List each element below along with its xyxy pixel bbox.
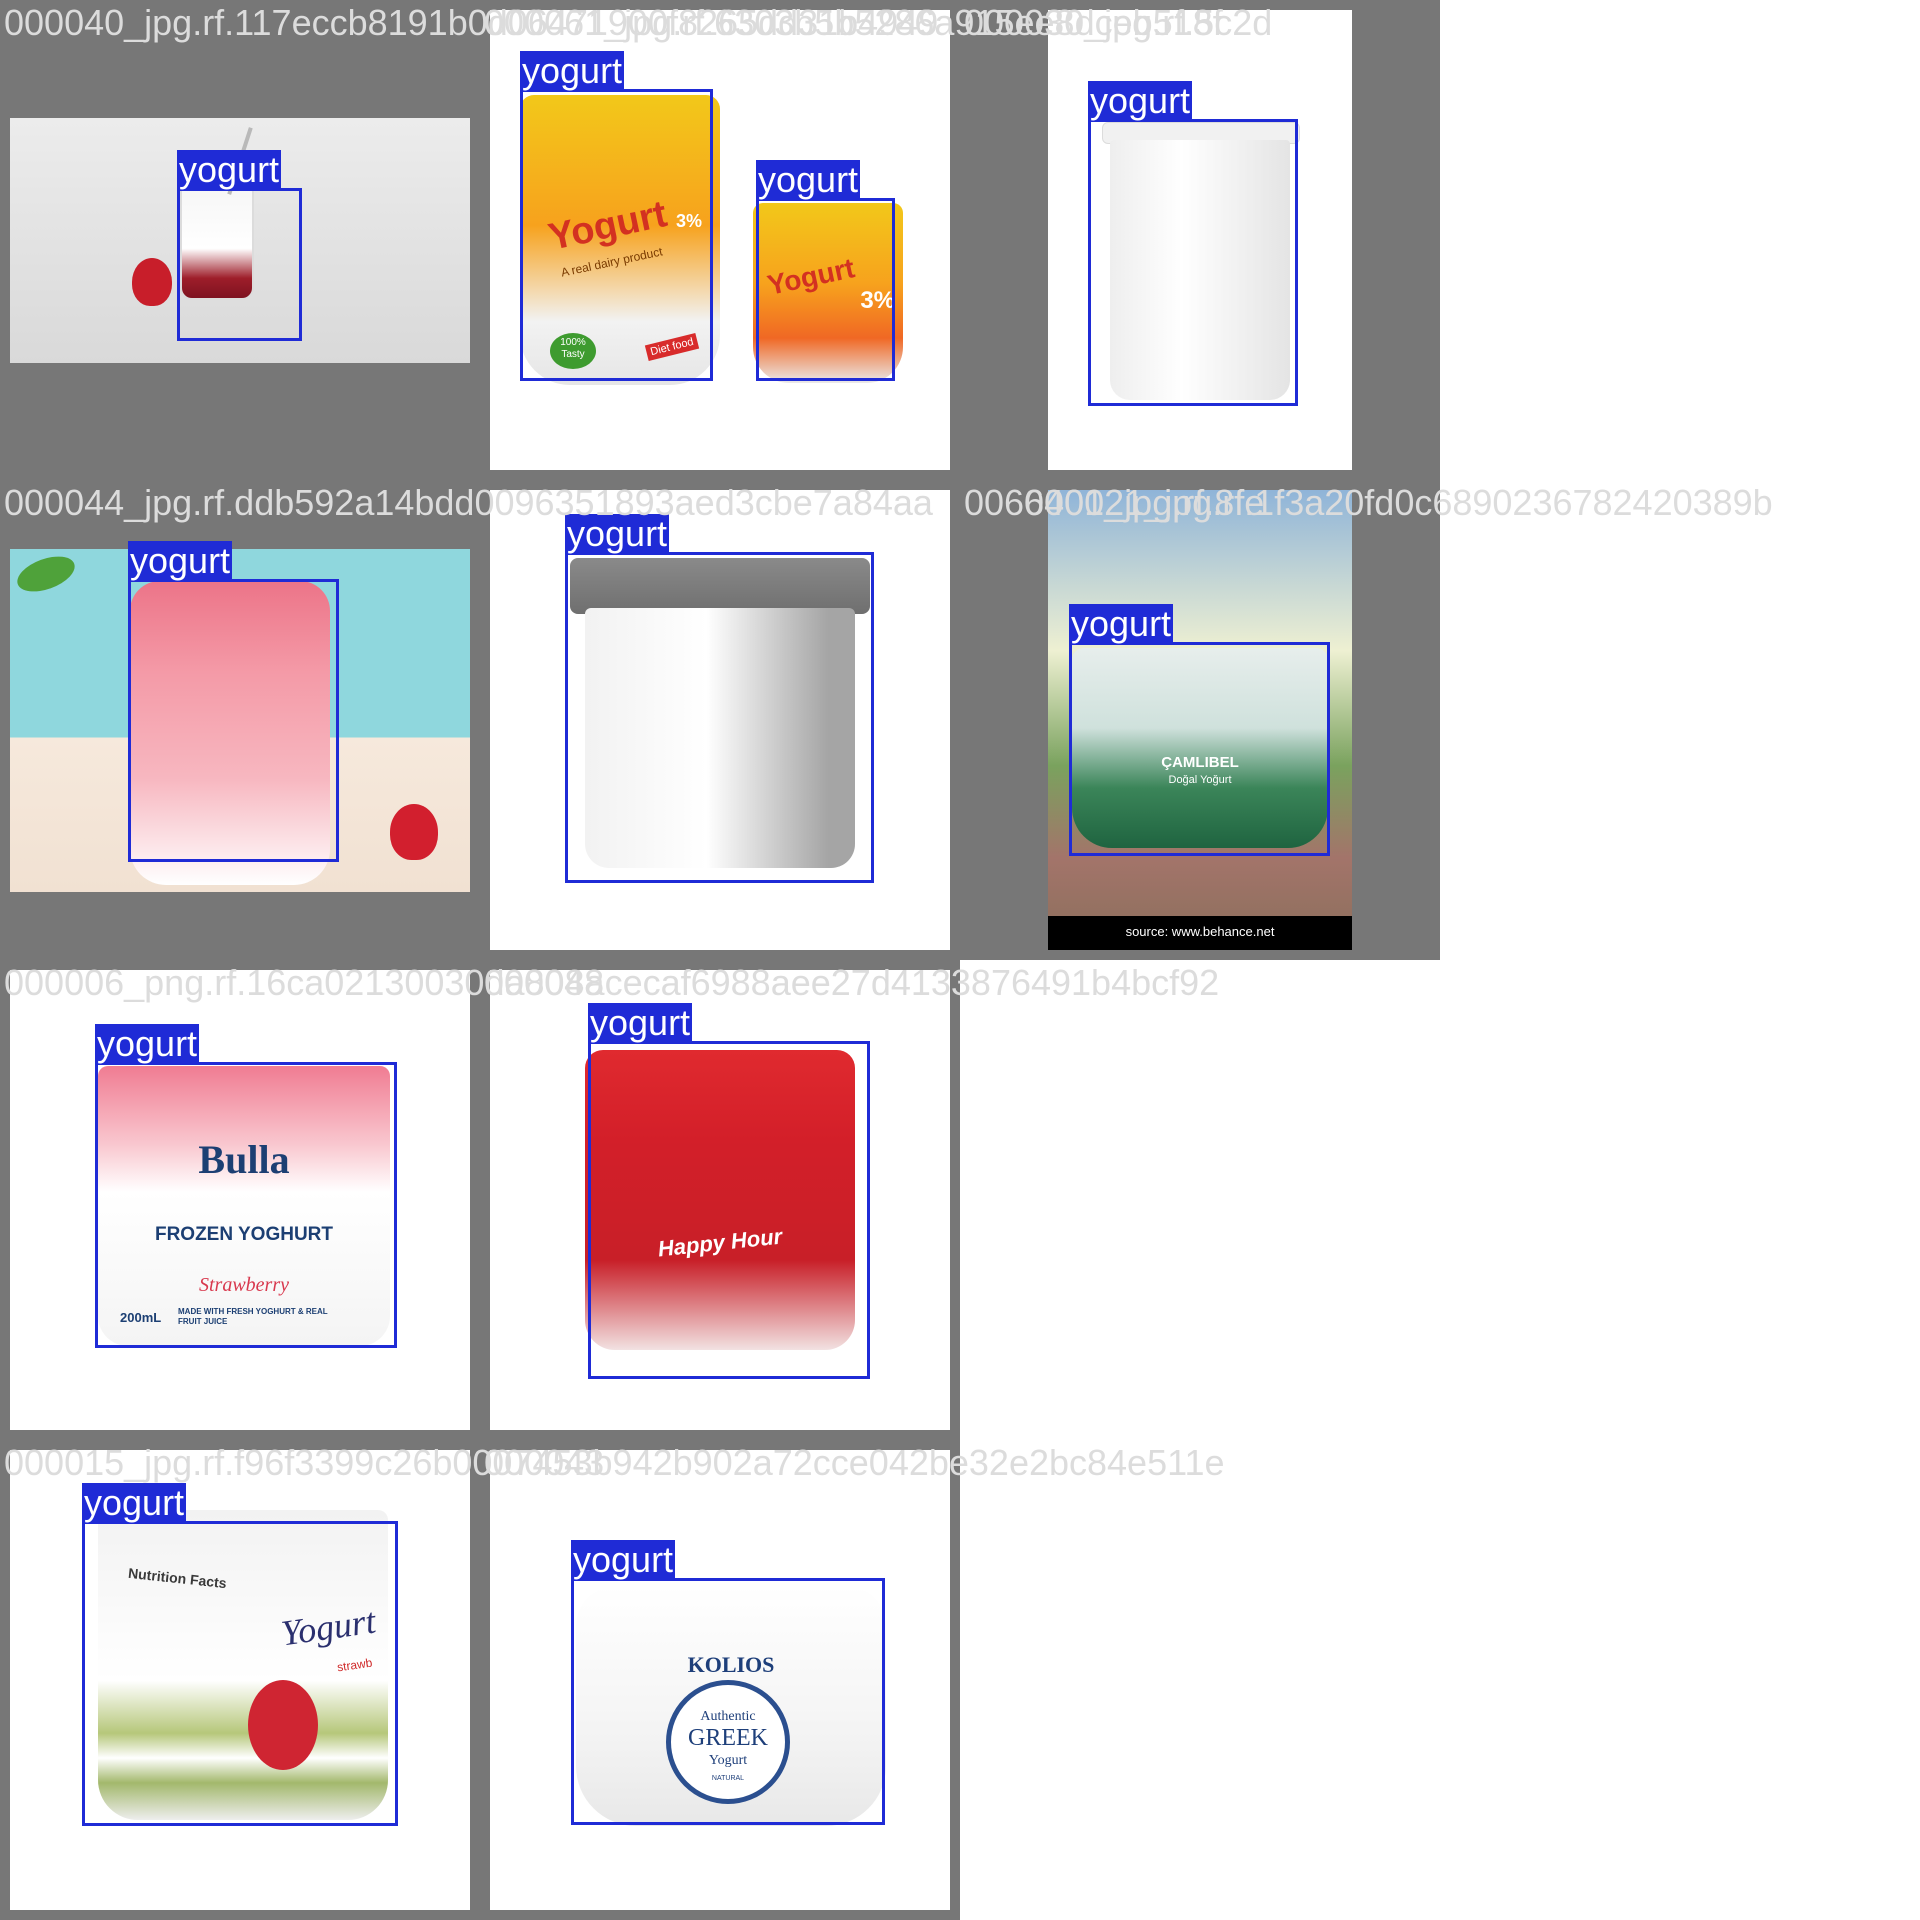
leaf-decoration [12, 549, 80, 599]
detection-label: yogurt [565, 513, 670, 554]
mosaic-tile-10: KOLIOS Authentic GREEK Yogurt NATURAL yo… [480, 1440, 960, 1920]
detection-box: yogurt [756, 160, 895, 381]
detection-label: yogurt [588, 1002, 693, 1043]
strawberry-decoration [390, 804, 438, 860]
detection-box: yogurt [520, 51, 713, 381]
detection-label: yogurt [128, 540, 233, 581]
detection-box: yogurt [177, 150, 302, 341]
detection-label: yogurt [177, 149, 282, 190]
mosaic-tile-5: yogurt [480, 480, 960, 960]
mosaic-tile-7: Bulla FROZEN YOGHURT Strawberry 200mL MA… [0, 960, 480, 1440]
detection-box: yogurt [1088, 81, 1298, 406]
credit-text: source: www.behance.net [1125, 924, 1275, 939]
detection-label: yogurt [520, 50, 625, 91]
detection-label: yogurt [82, 1482, 187, 1523]
mosaic-tile-6: ÇAMLIBEL Doğal Yoğurt source: www.behanc… [960, 480, 1440, 960]
detection-box: yogurt [1069, 604, 1330, 856]
detection-box: yogurt [95, 1024, 397, 1348]
detection-box: yogurt [571, 1540, 885, 1825]
detection-box: yogurt [128, 541, 339, 862]
detection-label: yogurt [571, 1539, 676, 1580]
mosaic-tile-3: yogurt [960, 0, 1440, 480]
mosaic-tile-8: Happy Hour yogurt [480, 960, 960, 1440]
detection-label: yogurt [756, 159, 861, 200]
mosaic-tile-2: Yogurt A real dairy product 3% 100% Tast… [480, 0, 960, 480]
mosaic-tile-4: yogurt [0, 480, 480, 960]
detection-box: yogurt [588, 1003, 870, 1379]
strawberry-decoration [132, 258, 172, 306]
mosaic-tile-1: yogurt [0, 0, 480, 480]
detection-label: yogurt [1069, 603, 1174, 644]
detection-label: yogurt [1088, 80, 1193, 121]
detection-label: yogurt [95, 1023, 200, 1064]
detection-box: yogurt [565, 514, 874, 883]
mosaic-tile-9: Nutrition Facts Yogurt strawb yogurt [0, 1440, 480, 1920]
credit-banner: source: www.behance.net [1048, 916, 1352, 950]
detection-box: yogurt [82, 1483, 398, 1826]
